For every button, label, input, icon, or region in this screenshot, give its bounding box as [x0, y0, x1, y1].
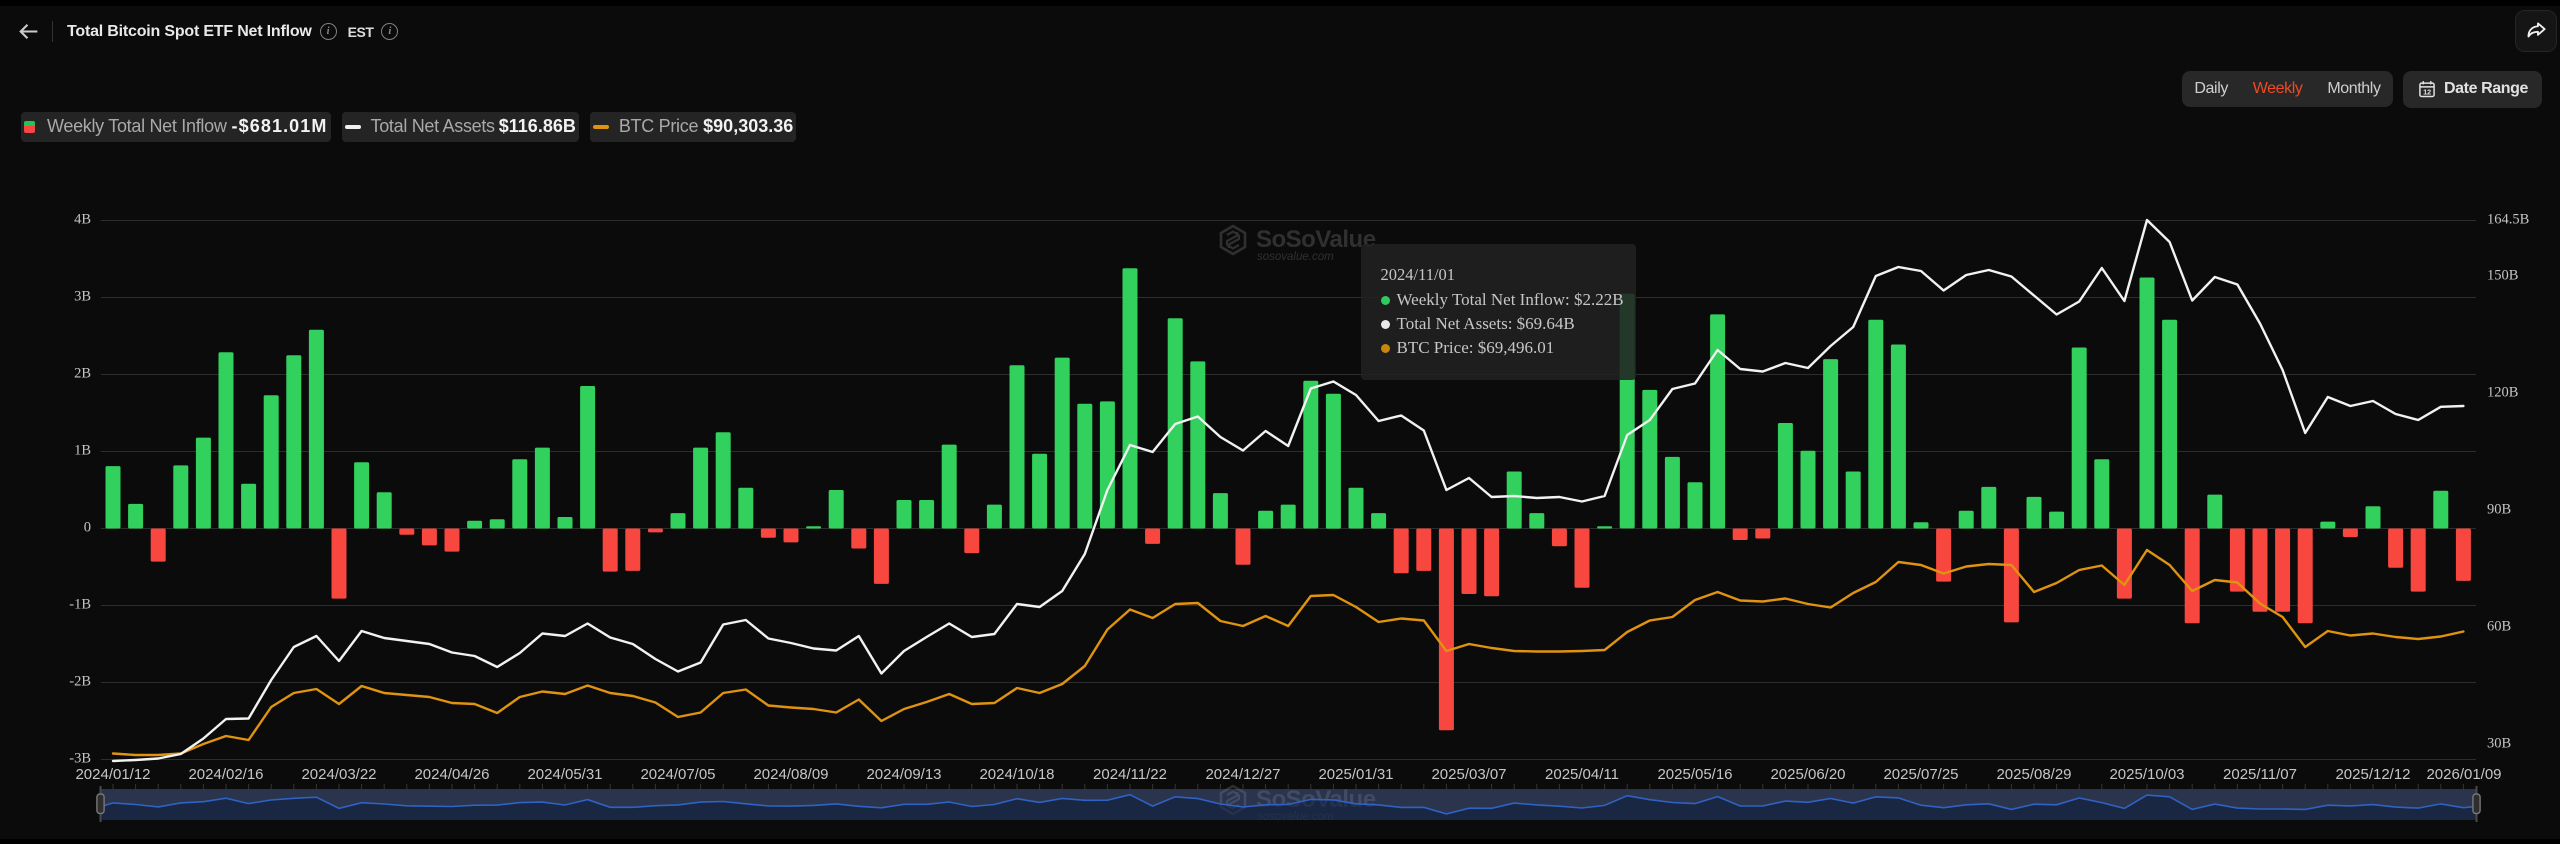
svg-text:2024/10/18: 2024/10/18 — [979, 766, 1054, 783]
svg-text:2024/03/22: 2024/03/22 — [301, 766, 376, 783]
svg-text:120B: 120B — [2487, 384, 2518, 400]
svg-text:2024/11/22: 2024/11/22 — [1093, 766, 1167, 783]
svg-text:SoSoValue: SoSoValue — [1256, 226, 1376, 253]
svg-text:-2B: -2B — [69, 673, 91, 689]
svg-text:0: 0 — [84, 519, 91, 535]
svg-text:12: 12 — [2423, 87, 2431, 96]
svg-text:2025/12/12: 2025/12/12 — [2335, 766, 2410, 783]
svg-text:2024/07/05: 2024/07/05 — [640, 766, 715, 783]
svg-text:2025/05/16: 2025/05/16 — [1657, 766, 1732, 783]
svg-text:-1B: -1B — [69, 596, 91, 612]
svg-text:2025/10/03: 2025/10/03 — [2109, 766, 2184, 783]
svg-text:2024/12/27: 2024/12/27 — [1205, 766, 1280, 783]
svg-text:2025/04/11: 2025/04/11 — [1545, 766, 1619, 783]
svg-text:2024/04/26: 2024/04/26 — [414, 766, 489, 783]
svg-text:2025/08/29: 2025/08/29 — [1996, 766, 2071, 783]
svg-text:1B: 1B — [74, 442, 91, 458]
svg-text:2026/01/09: 2026/01/09 — [2426, 766, 2501, 783]
svg-text:2024/09/13: 2024/09/13 — [866, 766, 941, 783]
svg-text:164.5B: 164.5B — [2487, 211, 2529, 227]
svg-text:3B: 3B — [74, 288, 91, 304]
svg-text:90B: 90B — [2487, 501, 2511, 517]
svg-text:2024/02/16: 2024/02/16 — [188, 766, 263, 783]
svg-text:2025/03/07: 2025/03/07 — [1431, 766, 1506, 783]
svg-text:2024/05/31: 2024/05/31 — [527, 766, 602, 783]
svg-text:2025/06/20: 2025/06/20 — [1770, 766, 1845, 783]
svg-text:150B: 150B — [2487, 267, 2518, 283]
svg-text:2B: 2B — [74, 365, 91, 381]
svg-text:2025/11/07: 2025/11/07 — [2223, 766, 2297, 783]
svg-text:2025/01/31: 2025/01/31 — [1318, 766, 1393, 783]
svg-text:30B: 30B — [2487, 735, 2511, 751]
svg-text:60B: 60B — [2487, 618, 2511, 634]
svg-text:sosovalue.com: sosovalue.com — [1257, 251, 1334, 263]
svg-text:-3B: -3B — [69, 750, 91, 766]
svg-text:2024/01/12: 2024/01/12 — [75, 766, 150, 783]
svg-text:2025/07/25: 2025/07/25 — [1883, 766, 1958, 783]
svg-text:4B: 4B — [74, 211, 91, 227]
svg-text:2024/08/09: 2024/08/09 — [753, 766, 828, 783]
